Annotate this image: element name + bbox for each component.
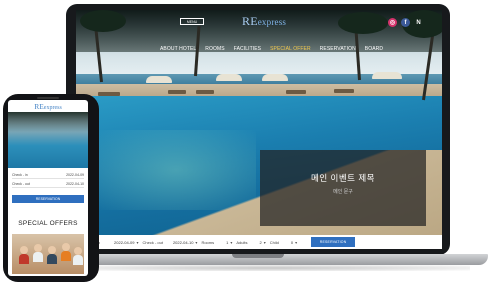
main-nav: ABOUT HOTEL ROOMS FACILITIES SPECIAL OFF… — [160, 46, 383, 52]
person-shape — [74, 247, 82, 255]
phone-checkout-label: Check - out — [12, 182, 30, 186]
umbrella — [146, 76, 172, 83]
child-select[interactable]: 0 — [291, 240, 293, 245]
laptop-notch — [232, 254, 284, 258]
main-event-panel: 메인 이벤트 제목 메인 문구 — [260, 150, 426, 226]
menu-button[interactable]: MENU — [180, 18, 204, 25]
palm-leaves — [80, 10, 126, 32]
special-offer-image[interactable] — [12, 234, 84, 274]
phone-screen: REexpress Check - in 2022-04-09 Check - … — [8, 100, 88, 276]
phone-special-offers-title: SPECIAL OFFERS — [18, 220, 78, 227]
brand-logo-mark: RE — [242, 14, 258, 28]
phone-brand-logo[interactable]: REexpress — [8, 102, 88, 111]
brand-logo-text: express — [257, 17, 287, 27]
instagram-icon[interactable]: ◎ — [388, 18, 397, 27]
person-shape — [61, 251, 71, 261]
phone-palm-canopy — [8, 112, 88, 132]
umbrella — [262, 74, 288, 81]
checkin-input[interactable]: 2022-04-09 — [114, 240, 134, 245]
palm-leaves — [338, 12, 388, 34]
nav-board[interactable]: BOARD — [365, 46, 383, 52]
facebook-icon[interactable]: f — [401, 18, 410, 27]
nav-about-hotel[interactable]: ABOUT HOTEL — [160, 46, 196, 52]
phone-checkin-value: 2022-04-09 — [66, 173, 84, 177]
phone-checkout-value: 2022-04-10 — [66, 182, 84, 186]
phone-checkin-row[interactable]: Check - in 2022-04-09 — [12, 172, 84, 179]
person-shape — [48, 246, 56, 254]
calendar-icon[interactable]: ▾ — [195, 240, 197, 245]
phone-hero-image — [8, 112, 88, 168]
reservation-button[interactable]: RESERVATION — [311, 237, 356, 247]
brand-logo[interactable]: REexpress — [242, 14, 286, 29]
person-shape — [62, 243, 70, 251]
phone-checkout-row[interactable]: Check - out 2022-04-10 — [12, 181, 84, 188]
person-shape — [19, 254, 29, 264]
checkout-label: Check - out — [142, 239, 163, 245]
adults-label: Adults — [236, 239, 248, 245]
checkout-input[interactable]: 2022-04-10 — [173, 240, 193, 245]
main-event-subtitle: 메인 문구 — [333, 189, 353, 195]
child-label: Child — [269, 239, 279, 245]
naver-icon[interactable]: N — [414, 18, 423, 27]
reservation-bar: Check - in 2022-04-09 ▾ Check - out 2022… — [76, 235, 442, 249]
person-shape — [20, 246, 28, 254]
phone-checkin-label: Check - in — [12, 173, 28, 177]
rooms-label: Rooms — [201, 239, 215, 245]
lounger — [286, 90, 306, 94]
lounger — [334, 89, 354, 93]
mockup-stage: MENU REexpress ◎ f N ABOUT HOTEL ROOMS F… — [0, 0, 490, 284]
lounger — [168, 90, 186, 94]
lounger — [196, 90, 214, 94]
calendar-icon[interactable]: ▾ — [136, 240, 138, 245]
nav-rooms[interactable]: ROOMS — [205, 46, 224, 52]
adults-select[interactable]: 2 — [259, 240, 261, 245]
rooms-select[interactable]: 1 — [226, 240, 228, 245]
laptop-shadow — [70, 265, 470, 271]
nav-special-offer[interactable]: SPECIAL OFFER — [270, 46, 311, 52]
laptop-screen: MENU REexpress ◎ f N ABOUT HOTEL ROOMS F… — [76, 10, 442, 249]
umbrella — [216, 74, 242, 81]
phone-brand-logo-mark: RE — [34, 102, 44, 111]
person-shape — [34, 244, 42, 252]
phone-brand-logo-text: express — [43, 105, 62, 111]
person-shape — [33, 252, 43, 262]
chevron-down-icon[interactable]: ▾ — [230, 240, 232, 245]
main-event-title: 메인 이벤트 제목 — [311, 173, 375, 183]
phone-reservation-button[interactable]: RESERVATION — [12, 195, 84, 203]
umbrella — [372, 72, 402, 79]
phone-speaker — [37, 97, 59, 99]
nav-facilities[interactable]: FACILITIES — [234, 46, 261, 52]
person-shape — [47, 254, 57, 264]
chevron-down-icon[interactable]: ▾ — [264, 240, 266, 245]
nav-reservation[interactable]: RESERVATION — [320, 46, 356, 52]
person-shape — [73, 255, 83, 265]
chevron-down-icon[interactable]: ▾ — [295, 240, 297, 245]
